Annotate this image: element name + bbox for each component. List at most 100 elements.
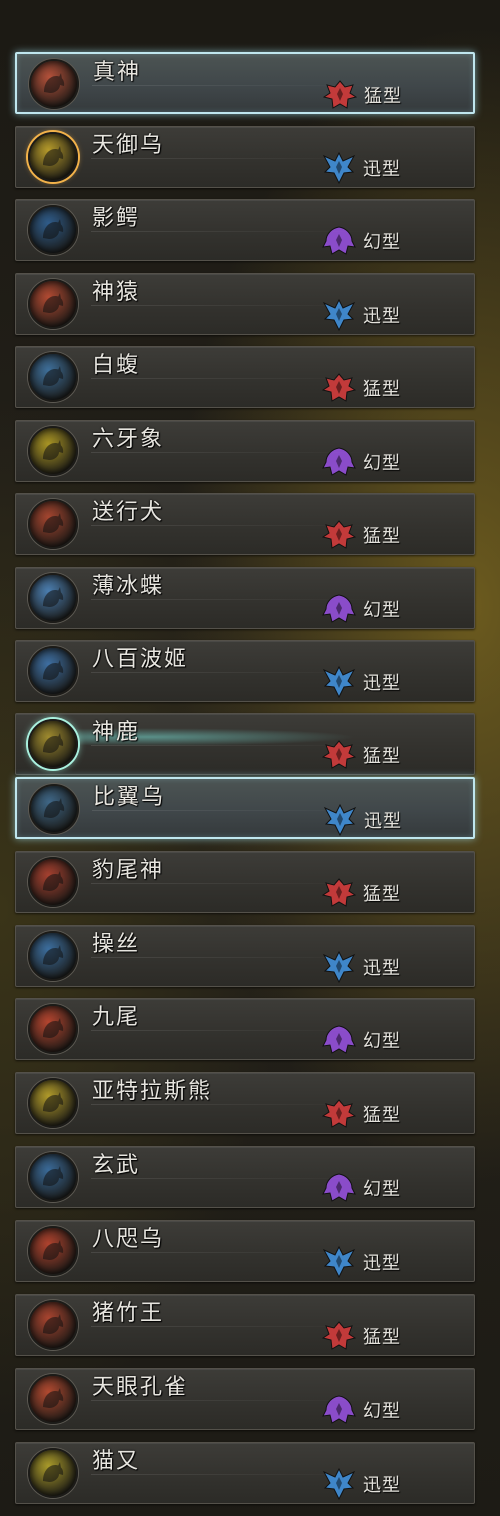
monster-name: 豹尾神 [92, 858, 165, 883]
monster-type-label: 猛型 [363, 884, 401, 905]
dragon-crest-icon [322, 520, 356, 549]
monster-row[interactable]: 八百波姬迅型 [15, 640, 475, 702]
monster-row[interactable]: 猪竹王猛型 [15, 1294, 475, 1356]
monster-row[interactable]: 影鳄幻型 [15, 199, 475, 261]
monster-type-label: 迅型 [363, 1253, 401, 1274]
monster-row[interactable]: 送行犬猛型 [15, 493, 475, 555]
monster-type-label: 猛型 [363, 1327, 401, 1348]
monster-avatar [28, 1448, 78, 1498]
monster-name: 天眼孔雀 [92, 1375, 189, 1400]
monster-type-label: 猛型 [364, 86, 402, 107]
monster-row[interactable]: 猫又迅型 [15, 1442, 475, 1504]
monster-name: 八咫乌 [92, 1227, 165, 1252]
monster-avatar [28, 857, 78, 907]
ghost-crest-icon [322, 594, 356, 623]
monster-name: 天御乌 [92, 133, 165, 158]
monster-avatar [28, 205, 78, 255]
monster-avatar [28, 132, 78, 182]
monster-avatar [28, 1226, 78, 1276]
monster-name: 亚特拉斯熊 [92, 1079, 213, 1104]
monster-name: 白蝮 [92, 353, 141, 378]
monster-type-label: 迅型 [363, 159, 401, 180]
monster-name: 操丝 [92, 932, 141, 957]
monster-name: 比翼乌 [93, 785, 166, 810]
dragon-crest-icon [322, 1321, 356, 1350]
monster-name: 神猿 [92, 280, 141, 305]
bird-crest-icon [322, 666, 356, 698]
dragon-crest-icon [323, 80, 357, 109]
monster-name: 猪竹王 [92, 1301, 165, 1326]
monster-row[interactable]: 比翼乌迅型 [15, 777, 475, 839]
monster-type-label: 迅型 [363, 958, 401, 979]
monster-avatar [29, 784, 79, 834]
monster-name: 影鳄 [92, 206, 141, 231]
monster-avatar [28, 352, 78, 402]
monster-type-label: 迅型 [363, 1475, 401, 1496]
monster-avatar [28, 1300, 78, 1350]
monster-type-label: 迅型 [363, 306, 401, 327]
bird-crest-icon [322, 1246, 356, 1278]
monster-type-label: 迅型 [364, 811, 402, 832]
monster-type-label: 猛型 [363, 1105, 401, 1126]
bird-crest-icon [322, 1468, 356, 1500]
monster-row[interactable]: 天眼孔雀幻型 [15, 1368, 475, 1430]
monster-type-label: 猛型 [363, 526, 401, 547]
monster-avatar [28, 931, 78, 981]
monster-avatar [28, 279, 78, 329]
bird-crest-icon [323, 804, 357, 836]
monster-row[interactable]: 天御乌迅型 [15, 126, 475, 188]
monster-type-label: 幻型 [363, 232, 401, 253]
ghost-crest-icon [322, 1025, 356, 1054]
monster-row[interactable]: 神鹿 猛型 [15, 713, 475, 775]
monster-type-label: 猛型 [363, 379, 401, 400]
monster-row[interactable]: 玄武幻型 [15, 1146, 475, 1208]
ghost-crest-icon [322, 447, 356, 476]
monster-row[interactable]: 操丝迅型 [15, 925, 475, 987]
monster-type-label: 幻型 [363, 453, 401, 474]
monster-avatar [28, 1004, 78, 1054]
monster-avatar [28, 719, 78, 769]
monster-type-label: 迅型 [363, 673, 401, 694]
monster-avatar [28, 1374, 78, 1424]
monster-avatar [28, 426, 78, 476]
monster-row[interactable]: 亚特拉斯熊猛型 [15, 1072, 475, 1134]
dragon-crest-icon [322, 740, 356, 769]
monster-row[interactable]: 白蝮猛型 [15, 346, 475, 408]
monster-name: 神鹿 [92, 720, 141, 745]
dragon-crest-icon [322, 878, 356, 907]
monster-avatar [28, 646, 78, 696]
bird-crest-icon [322, 152, 356, 184]
monster-name: 真神 [93, 60, 142, 85]
dragon-crest-icon [322, 1099, 356, 1128]
monster-type-label: 幻型 [363, 1031, 401, 1052]
monster-avatar [28, 573, 78, 623]
monster-row[interactable]: 九尾幻型 [15, 998, 475, 1060]
bird-crest-icon [322, 951, 356, 983]
monster-name: 九尾 [92, 1005, 141, 1030]
monster-type-label: 幻型 [363, 1401, 401, 1422]
monster-avatar [28, 499, 78, 549]
bird-crest-icon [322, 299, 356, 331]
ghost-crest-icon [322, 226, 356, 255]
dragon-crest-icon [322, 373, 356, 402]
monster-row[interactable]: 六牙象幻型 [15, 420, 475, 482]
monster-name: 六牙象 [92, 427, 165, 452]
monster-row[interactable]: 真神猛型 [15, 52, 475, 114]
monster-name: 玄武 [92, 1153, 141, 1178]
monster-name: 薄冰蝶 [92, 574, 165, 599]
monster-row[interactable]: 八咫乌迅型 [15, 1220, 475, 1282]
monster-row[interactable]: 神猿迅型 [15, 273, 475, 335]
monster-type-label: 幻型 [363, 600, 401, 621]
monster-name: 送行犬 [92, 500, 165, 525]
monster-row[interactable]: 薄冰蝶幻型 [15, 567, 475, 629]
monster-name: 猫又 [92, 1449, 141, 1474]
monster-list: 真神 猛型 天御乌 迅型 影鳄 幻型 神猿 迅型 白蝮 猛型 六牙象 幻型 送行犬 猛型 薄冰蝶 幻型 八百波姬… [0, 0, 500, 1516]
monster-name: 八百波姬 [92, 647, 189, 672]
monster-avatar [29, 59, 79, 109]
ghost-crest-icon [322, 1173, 356, 1202]
ghost-crest-icon [322, 1395, 356, 1424]
monster-avatar [28, 1152, 78, 1202]
monster-row[interactable]: 豹尾神猛型 [15, 851, 475, 913]
monster-avatar [28, 1078, 78, 1128]
monster-type-label: 幻型 [363, 1179, 401, 1200]
